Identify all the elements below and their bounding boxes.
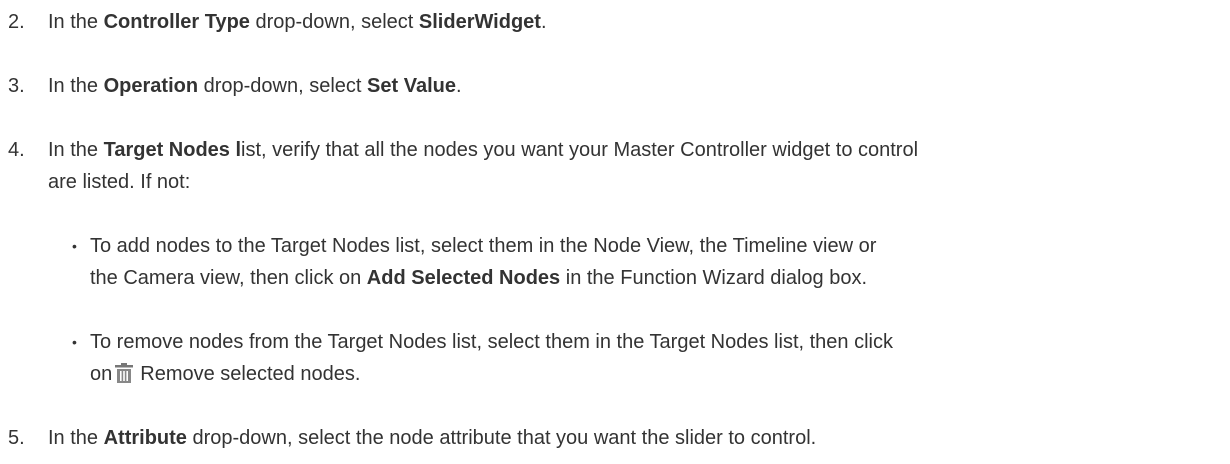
bullet-text-line2: the Camera view, then click on Add Selec… xyxy=(48,262,1218,294)
step-text-mid: drop-down, select xyxy=(249,11,419,33)
bullet-text-line1: To remove nodes from the Target Nodes li… xyxy=(90,331,893,353)
step-bold-term: Controller Type xyxy=(103,11,250,33)
bullet-text-line1: To add nodes to the Target Nodes list, s… xyxy=(90,235,877,257)
step-text-continuation: are listed. If not: xyxy=(48,171,191,193)
step-bold-term: Attribute xyxy=(103,427,187,449)
bullet-text-pre: on xyxy=(90,363,113,385)
bullet-text-post: Remove selected nodes. xyxy=(140,363,361,385)
step-text-post: . xyxy=(540,11,547,33)
document-page: 2. In the Controller Type drop-down, sele… xyxy=(0,0,1230,464)
step-bold-value: Set Value xyxy=(367,75,456,97)
step-text-rest: ist, verify that all the nodes you want … xyxy=(241,139,919,161)
step-bold-term: Target Nodes l xyxy=(103,139,242,161)
step-bold-value: SliderWidget xyxy=(418,11,541,33)
step-number: 3. xyxy=(8,75,25,97)
bullet-item-add-nodes: • To add nodes to the Target Nodes list,… xyxy=(48,230,1218,294)
trash-icon xyxy=(114,362,134,384)
bullet-text-post: in the Function Wizard dialog box. xyxy=(560,267,868,289)
step-number: 5. xyxy=(8,427,25,449)
bullet-text-pre: the Camera view, then click on xyxy=(90,267,367,289)
step-text-pre: In the xyxy=(48,11,104,33)
step-2: 2. In the Controller Type drop-down, sele… xyxy=(8,6,1223,38)
step-number: 4. xyxy=(8,139,25,161)
step-text-pre: In the xyxy=(48,139,104,161)
bullet-glyph: • xyxy=(72,238,77,254)
step-text-post: . xyxy=(455,75,462,97)
bullet-item-remove-nodes: • To remove nodes from the Target Nodes … xyxy=(48,326,1218,390)
step-text-pre: In the xyxy=(48,75,104,97)
bullet-glyph: • xyxy=(72,334,77,350)
step-text-pre: In the xyxy=(48,427,104,449)
step-text-post: drop-down, select the node attribute tha… xyxy=(186,427,817,449)
bullet-bold-term: Add Selected Nodes xyxy=(366,267,561,289)
step-bold-term: Operation xyxy=(103,75,199,97)
bullet-text-line2: on Remove selected nodes. xyxy=(48,358,1218,390)
step-number: 2. xyxy=(8,11,25,33)
step-3: 3. In the Operation drop-down, select Set… xyxy=(8,70,1223,102)
step-text-mid: drop-down, select xyxy=(198,75,368,97)
step-4: 4. In the Target Nodes list, verify that … xyxy=(8,134,1223,198)
step-5: 5. In the Attribute drop-down, select the… xyxy=(8,422,1223,454)
